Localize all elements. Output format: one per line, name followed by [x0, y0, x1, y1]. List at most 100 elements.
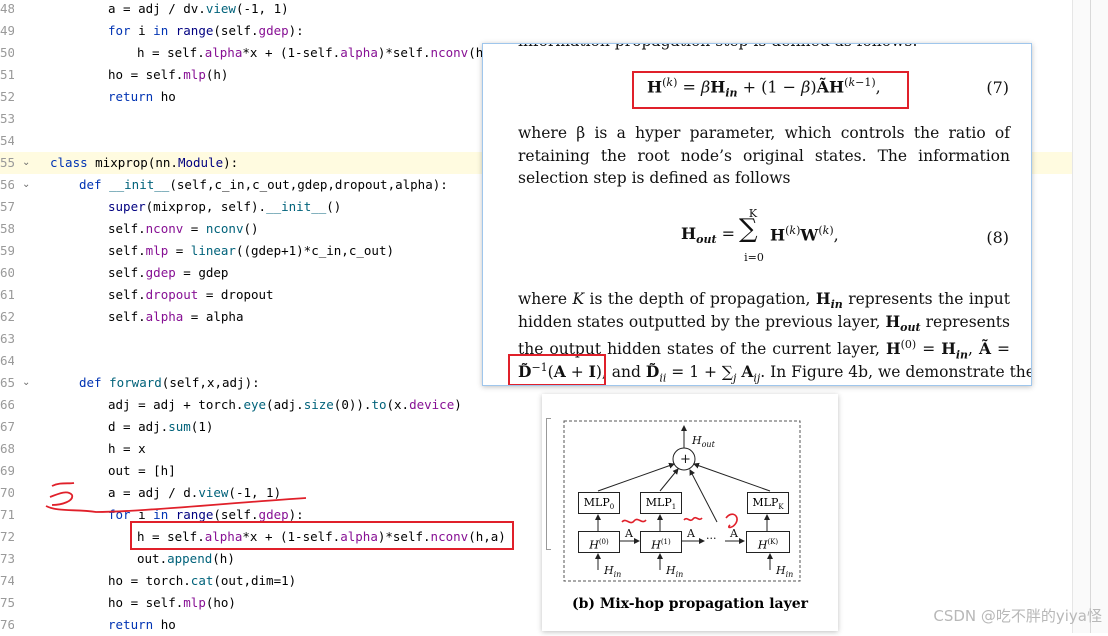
fold-chevron-icon[interactable]: ⌄ — [22, 372, 30, 394]
edge-label-a-1: A — [625, 527, 633, 540]
paper-excerpt-panel: information propagation step is defined … — [482, 43, 1032, 386]
code-text: def __init__(self,c_in,c_out,gdep,dropou… — [79, 177, 448, 192]
code-text: a = adj / d.view(-1, 1) — [108, 485, 282, 500]
ellipsis: ··· — [706, 532, 717, 545]
line-number: 59 — [0, 243, 14, 258]
code-line-74[interactable]: 74 ho = torch.cat(out,dim=1) — [0, 570, 1072, 592]
plus-sign: + — [680, 452, 691, 467]
h-1-box: H(1) — [640, 531, 682, 553]
edge-label-a-2: A — [687, 527, 695, 540]
code-line-72[interactable]: 72 h = self.alpha*x + (1-self.alpha)*self… — [0, 526, 1072, 548]
code-text: a = adj / dv.view(-1, 1) — [108, 1, 289, 16]
background-document-edge — [546, 418, 551, 550]
code-line-67[interactable]: 67 d = adj.sum(1) — [0, 416, 1072, 438]
line-number: 62 — [0, 309, 14, 324]
line-number: 50 — [0, 45, 14, 60]
code-text: self.nconv = nconv() — [108, 221, 259, 236]
code-text: out.append(h) — [137, 551, 235, 566]
equation-8-rhs: H(k)W(k), — [770, 224, 839, 245]
code-text: super(mixprop, self).__init__() — [108, 199, 342, 214]
h-out-label: Hout — [692, 434, 715, 450]
line-number: 74 — [0, 573, 14, 588]
line-number: 70 — [0, 485, 14, 500]
code-text: for i in range(self.gdep): — [108, 23, 304, 38]
line-number: 51 — [0, 67, 14, 82]
h-k-box: H(K) — [746, 531, 790, 553]
line-number: 72 — [0, 529, 14, 544]
red-scribble-a1 — [621, 518, 647, 524]
line-number: 60 — [0, 265, 14, 280]
equation-8-lhs: Hout = — [681, 224, 736, 247]
code-text: return ho — [108, 89, 176, 104]
code-line-70[interactable]: 70 a = adj / d.view(-1, 1) — [0, 482, 1072, 504]
sum-symbol: ∑ — [739, 214, 758, 244]
sum-lower-limit: i=0 — [744, 251, 764, 264]
line-number: 65 — [0, 375, 14, 390]
h-in-label-0: Hin — [604, 564, 622, 580]
line-number: 73 — [0, 551, 14, 566]
code-text: self.gdep = gdep — [108, 265, 229, 280]
line-number: 66 — [0, 397, 14, 412]
code-text: class mixprop(nn.Module): — [50, 155, 239, 170]
mlp-0-box: MLP0 — [578, 492, 620, 514]
cut-top-line: information propagation step is defined … — [518, 44, 1010, 53]
code-text: ho = torch.cat(out,dim=1) — [108, 573, 297, 588]
h-in-label-1: Hin — [666, 564, 684, 580]
line-number: 54 — [0, 133, 14, 148]
line-number: 53 — [0, 111, 14, 126]
edge-label-a-3: A — [730, 527, 738, 540]
line-number: 68 — [0, 441, 14, 456]
code-text: h = self.alpha*x + (1-self.alpha)*self.n… — [137, 529, 506, 544]
line-number: 57 — [0, 199, 14, 214]
code-text: d = adj.sum(1) — [108, 419, 214, 434]
line-number: 67 — [0, 419, 14, 434]
code-text: self.dropout = dropout — [108, 287, 274, 302]
paragraph-beta: where β is a hyper parameter, which cont… — [518, 124, 1010, 187]
code-text: ho = self.mlp(ho) — [108, 595, 236, 610]
code-text: adj = adj + torch.eye(adj.size(0)).to(x.… — [108, 397, 462, 412]
equation-7-number: (7) — [986, 78, 1009, 97]
code-line-69[interactable]: 69 out = [h] — [0, 460, 1072, 482]
right-margin-guide — [1090, 0, 1091, 633]
figure-excerpt-panel: Hout + MLP0 MLP1 MLPK H(0) H(1) H(K) A A… — [542, 394, 838, 631]
equation-8-number: (8) — [986, 228, 1009, 247]
code-line-75[interactable]: 75 ho = self.mlp(ho) — [0, 592, 1072, 614]
line-number: 48 — [0, 1, 14, 16]
code-text: def forward(self,x,adj): — [79, 375, 260, 390]
code-text: self.mlp = linear((gdep+1)*c_in,c_out) — [108, 243, 394, 258]
line-number: 64 — [0, 353, 14, 368]
line-number: 56 — [0, 177, 14, 192]
h-0-box: H(0) — [578, 531, 620, 553]
paragraph-depth-line-4: D̃−1(A + I), and D̃ii = 1 + ∑j Aij. In F… — [518, 361, 1032, 385]
code-line-66[interactable]: 66 adj = adj + torch.eye(adj.size(0)).to(… — [0, 394, 1072, 416]
code-text: self.alpha = alpha — [108, 309, 244, 324]
line-number: 63 — [0, 331, 14, 346]
code-line-68[interactable]: 68 h = x — [0, 438, 1072, 460]
figure-caption: (b) Mix-hop propagation layer — [571, 596, 809, 612]
line-number: 69 — [0, 463, 14, 478]
line-number: 52 — [0, 89, 14, 104]
line-number: 55 — [0, 155, 14, 170]
mlp-1-box: MLP1 — [640, 492, 682, 514]
code-text: h = x — [108, 441, 146, 456]
csdn-watermark: CSDN @吃不胖的yiya怪 — [933, 607, 1102, 625]
code-line-48[interactable]: 48 a = adj / dv.view(-1, 1) — [0, 0, 1072, 20]
fold-chevron-icon[interactable]: ⌄ — [22, 174, 30, 196]
code-line-49[interactable]: 49 for i in range(self.gdep): — [0, 20, 1072, 42]
red-scribble-a3 — [725, 513, 738, 529]
equation-7: H(k) = βHin + (1 − β)ÃH(k−1), — [647, 76, 881, 100]
code-text: out = [h] — [108, 463, 176, 478]
code-text: for i in range(self.gdep): — [108, 507, 304, 522]
line-number: 61 — [0, 287, 14, 302]
code-line-71[interactable]: 71 for i in range(self.gdep): — [0, 504, 1072, 526]
code-text: h = self.alpha*x + (1-self.alpha)*self.n… — [137, 45, 498, 60]
code-text: ho = self.mlp(h) — [108, 67, 229, 82]
fold-chevron-icon[interactable]: ⌄ — [22, 152, 30, 174]
line-number: 49 — [0, 23, 14, 38]
line-number: 75 — [0, 595, 14, 610]
line-number: 58 — [0, 221, 14, 236]
h-in-label-k: Hin — [776, 564, 794, 580]
red-scribble-a2 — [683, 516, 703, 522]
code-line-73[interactable]: 73 out.append(h) — [0, 548, 1072, 570]
mlp-k-box: MLPK — [747, 492, 789, 514]
